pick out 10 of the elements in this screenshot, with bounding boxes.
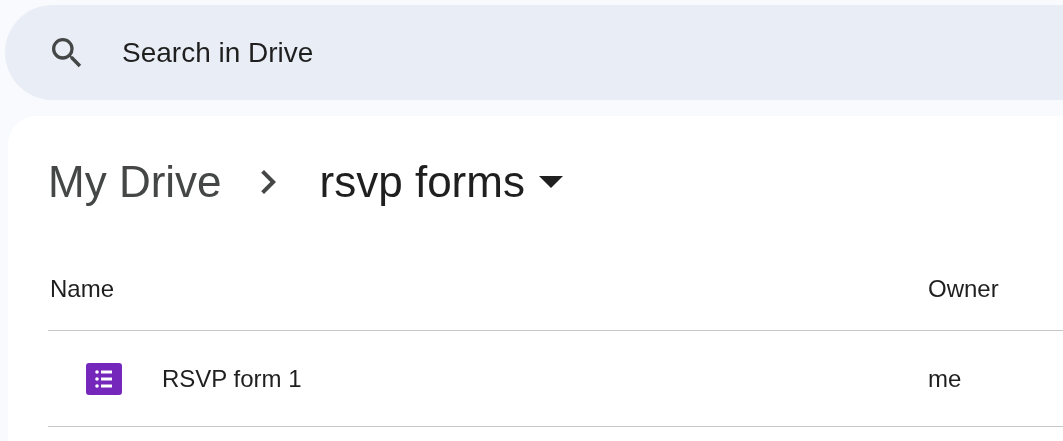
column-header[interactable]: Name (48, 275, 928, 303)
form-icon (86, 362, 122, 395)
breadcrumb-item[interactable]: My Drive (48, 157, 222, 207)
search-field[interactable]: Search in Drive (120, 35, 624, 70)
chevron-right-icon (259, 170, 276, 194)
owner-cell: me (928, 364, 962, 393)
breadcrumb-item[interactable]: rsvp forms (319, 157, 563, 207)
file-name[interactable]: RSVP form 1 (162, 364, 302, 393)
column-header[interactable]: Owner (928, 275, 999, 303)
caret-icon (538, 176, 563, 188)
